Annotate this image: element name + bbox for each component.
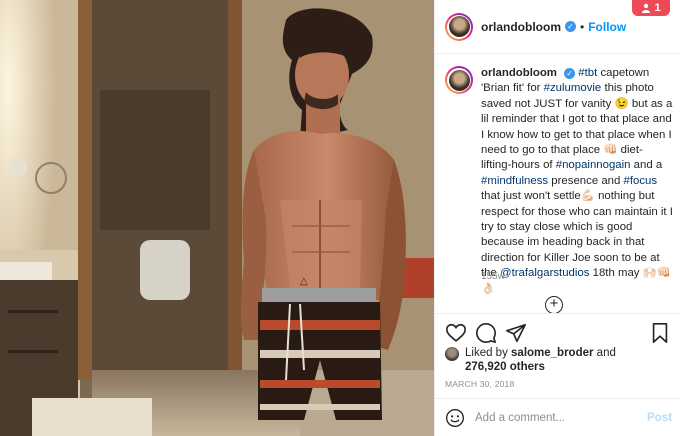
likes-and: and xyxy=(593,347,616,359)
caption: orlandobloom ✓ #tbt capetown 'Brian fit'… xyxy=(445,66,673,297)
verified-badge-icon: ✓ xyxy=(564,68,576,79)
load-more-comments-button[interactable]: + xyxy=(545,296,563,314)
follow-button[interactable]: Follow xyxy=(588,20,626,34)
heart-icon[interactable] xyxy=(445,322,467,344)
post-sidebar: 1 orlandobloom ✓ • Follow orlandobloom ✓… xyxy=(434,0,680,436)
comment-bar: Add a comment... Post xyxy=(435,398,680,436)
caption-hashtag-link[interactable]: #tbt xyxy=(578,67,597,79)
bookmark-icon[interactable] xyxy=(649,322,671,344)
caption-hashtag-link[interactable]: @trafalgarstudios xyxy=(500,267,589,279)
comment-input[interactable]: Add a comment... xyxy=(475,412,647,424)
svg-text:△: △ xyxy=(300,276,308,287)
author-avatar[interactable] xyxy=(445,12,473,41)
time-ago: 155w xyxy=(481,271,505,282)
verified-badge-icon: ✓ xyxy=(565,21,576,32)
author-username[interactable]: orlandobloom xyxy=(481,20,561,34)
likes-prefix: Liked by xyxy=(465,347,512,359)
liker-avatar xyxy=(445,347,459,361)
caption-username[interactable]: orlandobloom xyxy=(481,67,557,79)
caption-avatar[interactable] xyxy=(445,66,473,94)
post-comment-button[interactable]: Post xyxy=(647,412,672,424)
caption-hashtag-link[interactable]: #mindfulness xyxy=(481,175,548,187)
paper-plane-icon[interactable] xyxy=(505,322,527,344)
post-header: orlandobloom ✓ • Follow xyxy=(435,0,680,54)
caption-text: #tbt capetown 'Brian fit' for #zulumovie… xyxy=(481,67,673,295)
comment-icon[interactable] xyxy=(475,322,497,344)
caption-text-block: orlandobloom ✓ #tbt capetown 'Brian fit'… xyxy=(481,66,673,297)
caption-hashtag-link[interactable]: #nopainnogain xyxy=(556,159,631,171)
caption-hashtag-link[interactable]: #focus xyxy=(624,175,658,187)
post-photo[interactable]: △ xyxy=(0,0,434,436)
likes-count[interactable]: 276,920 others xyxy=(465,361,545,373)
likes-summary[interactable]: Liked by salome_broder and 276,920 other… xyxy=(445,346,616,374)
liked-by-user[interactable]: salome_broder xyxy=(511,347,593,359)
separator-dot: • xyxy=(580,19,585,34)
post-date: MARCH 30, 2018 xyxy=(445,379,515,389)
smiley-icon[interactable] xyxy=(445,408,465,428)
caption-hashtag-link[interactable]: #zulumovie xyxy=(544,82,602,94)
